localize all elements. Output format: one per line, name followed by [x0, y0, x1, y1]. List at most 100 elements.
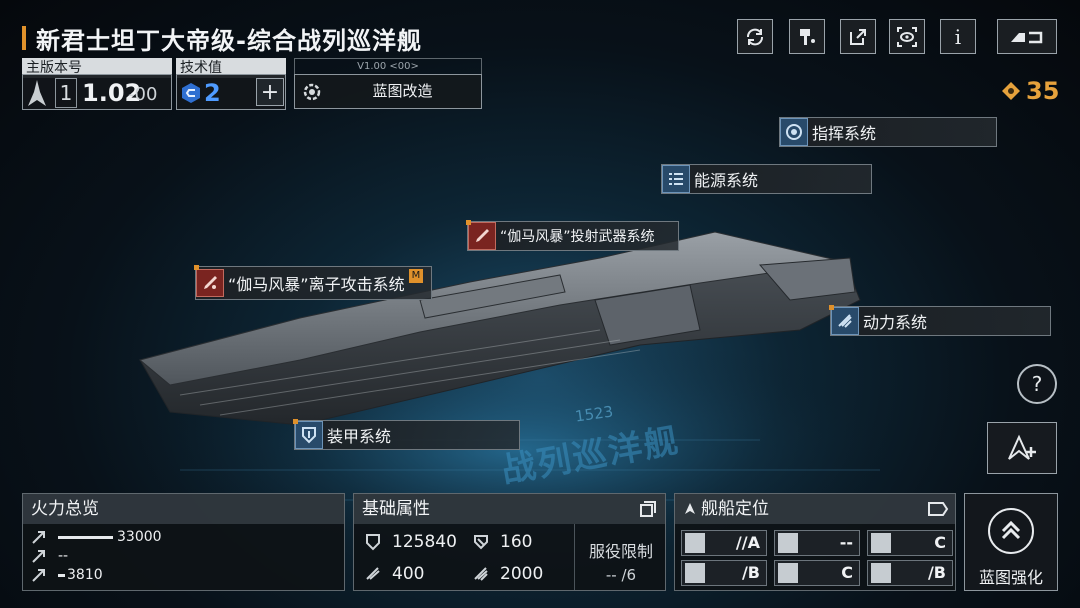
paint-button[interactable]: [789, 19, 825, 54]
divider: [574, 524, 575, 590]
system-label-armor: 装甲系统: [327, 427, 392, 446]
tag-corner: [293, 419, 298, 424]
siege-role-icon: [778, 533, 798, 553]
positioning-icon: [685, 503, 695, 514]
rank-button[interactable]: [987, 422, 1057, 474]
positioning-panel: 舰船定位 //A -- C /B C /B: [674, 493, 956, 591]
blueprint-enhance-label: 蓝图强化: [978, 568, 1043, 587]
help-button[interactable]: ?: [1017, 364, 1057, 404]
weapon-icon: [32, 531, 45, 544]
tag-corner: [829, 305, 834, 310]
blueprint-version: V1.00 <00>: [294, 58, 482, 74]
system-tag-ion[interactable]: “伽马风暴”离子攻击系统 M: [194, 265, 432, 300]
firepower-value: 33000: [117, 529, 162, 545]
armor-icon: [474, 535, 488, 550]
role-cell: C: [867, 530, 953, 556]
share-icon: [850, 28, 866, 45]
system-label-ion: “伽马风暴”离子攻击系统: [228, 275, 405, 294]
system-tag-command[interactable]: 指挥系统: [779, 117, 997, 147]
title-bar: 新君士坦丁大帝级-综合战列巡洋舰: [22, 22, 422, 55]
view-button[interactable]: [889, 19, 925, 54]
tag-corner: [466, 220, 471, 225]
info-button[interactable]: i: [940, 19, 976, 54]
system-label-energy: 能源系统: [694, 171, 759, 190]
tech-add-button[interactable]: +: [256, 78, 284, 106]
tag-corner: [194, 265, 199, 270]
firepower-bar: [58, 573, 65, 577]
thrust-icon: [474, 567, 488, 581]
firepower-row: 33000: [30, 528, 162, 546]
missile-icon: [468, 222, 496, 250]
shield-icon: [366, 534, 380, 551]
title-accent: [22, 26, 26, 50]
system-tag-armor[interactable]: 装甲系统: [293, 419, 520, 450]
role-value: //A: [735, 533, 760, 552]
system-label-command: 指挥系统: [812, 124, 877, 143]
role-cell: /B: [867, 560, 953, 586]
expand-icon[interactable]: [639, 500, 657, 518]
blueprint-mod-label: 蓝图改造: [372, 82, 433, 100]
stat-speed-value: 2000: [500, 564, 544, 584]
tech-icon: [182, 83, 200, 103]
firepower-value: 3810: [67, 567, 103, 583]
service-limit-label: 服役限制: [588, 542, 653, 561]
back-button[interactable]: [997, 19, 1057, 54]
positioning-title: 舰船定位: [675, 494, 955, 524]
list-icon: [662, 165, 690, 193]
question-icon: ?: [1031, 372, 1043, 396]
stat-shield: 400: [364, 564, 424, 584]
system-tag-projectile[interactable]: “伽马风暴”投射武器系统: [466, 220, 679, 251]
currency-value: 35: [1026, 77, 1060, 105]
attack-role-icon: [685, 533, 705, 553]
paint-icon: [800, 28, 815, 45]
tech-value: 2: [204, 79, 221, 107]
share-button[interactable]: [840, 19, 876, 54]
stat-armor-value: 160: [500, 532, 533, 552]
service-limit-value: -- /6: [605, 566, 637, 584]
stat-speed: 2000: [472, 564, 543, 584]
base-stats-panel: 基础属性 125840 160 400 2000 服役限制 -- /6: [353, 493, 666, 591]
ion-cannon-icon: [196, 269, 224, 297]
engine-icon: [831, 307, 859, 335]
refresh-button[interactable]: [737, 19, 773, 54]
version-major: 1: [55, 78, 77, 108]
stat-hp: 125840: [364, 532, 457, 552]
stat-shield-value: 400: [392, 564, 425, 584]
radar-icon: [780, 118, 808, 146]
page-title: 新君士坦丁大帝级-综合战列巡洋舰: [36, 26, 422, 55]
currency-icon: [1002, 82, 1020, 100]
view-icon: [897, 26, 917, 47]
firepower-row: --: [30, 547, 68, 565]
role-value: C: [934, 533, 946, 552]
blueprint-enhance-button[interactable]: 蓝图强化: [964, 493, 1058, 591]
firepower-row: 3810: [30, 566, 103, 584]
ion-badge: M: [408, 269, 424, 283]
utility-role-icon: [871, 563, 891, 583]
version-patch: -00: [128, 84, 158, 105]
firepower-rows: 33000 -- 3810: [30, 528, 340, 588]
rank-upgrade-icon: [1008, 434, 1036, 460]
role-cell: --: [774, 530, 860, 556]
system-tag-power[interactable]: 动力系统: [829, 305, 1051, 336]
base-stats-title: 基础属性: [354, 494, 665, 524]
system-label-projectile: “伽马风暴”投射武器系统: [500, 229, 655, 245]
plus-icon: +: [260, 79, 280, 105]
tag-icon[interactable]: [927, 500, 949, 518]
chevron-up-icon: [988, 508, 1034, 554]
defense-role-icon: [778, 563, 798, 583]
target-role-icon: [685, 563, 705, 583]
role-cell: C: [774, 560, 860, 586]
role-value: /B: [927, 563, 946, 582]
ship-silhouette-icon: [28, 80, 46, 106]
info-icon: i: [954, 24, 962, 49]
stat-armor: 160: [472, 532, 532, 552]
support-role-icon: [871, 533, 891, 553]
system-tag-energy[interactable]: 能源系统: [661, 164, 872, 194]
role-cell: /B: [681, 560, 767, 586]
role-value: --: [839, 533, 853, 552]
firepower-value: --: [58, 548, 69, 564]
firepower-title: 火力总览: [23, 494, 344, 524]
missile-icon: [32, 550, 45, 563]
role-value: C: [841, 563, 853, 582]
shield-icon: [295, 421, 323, 449]
